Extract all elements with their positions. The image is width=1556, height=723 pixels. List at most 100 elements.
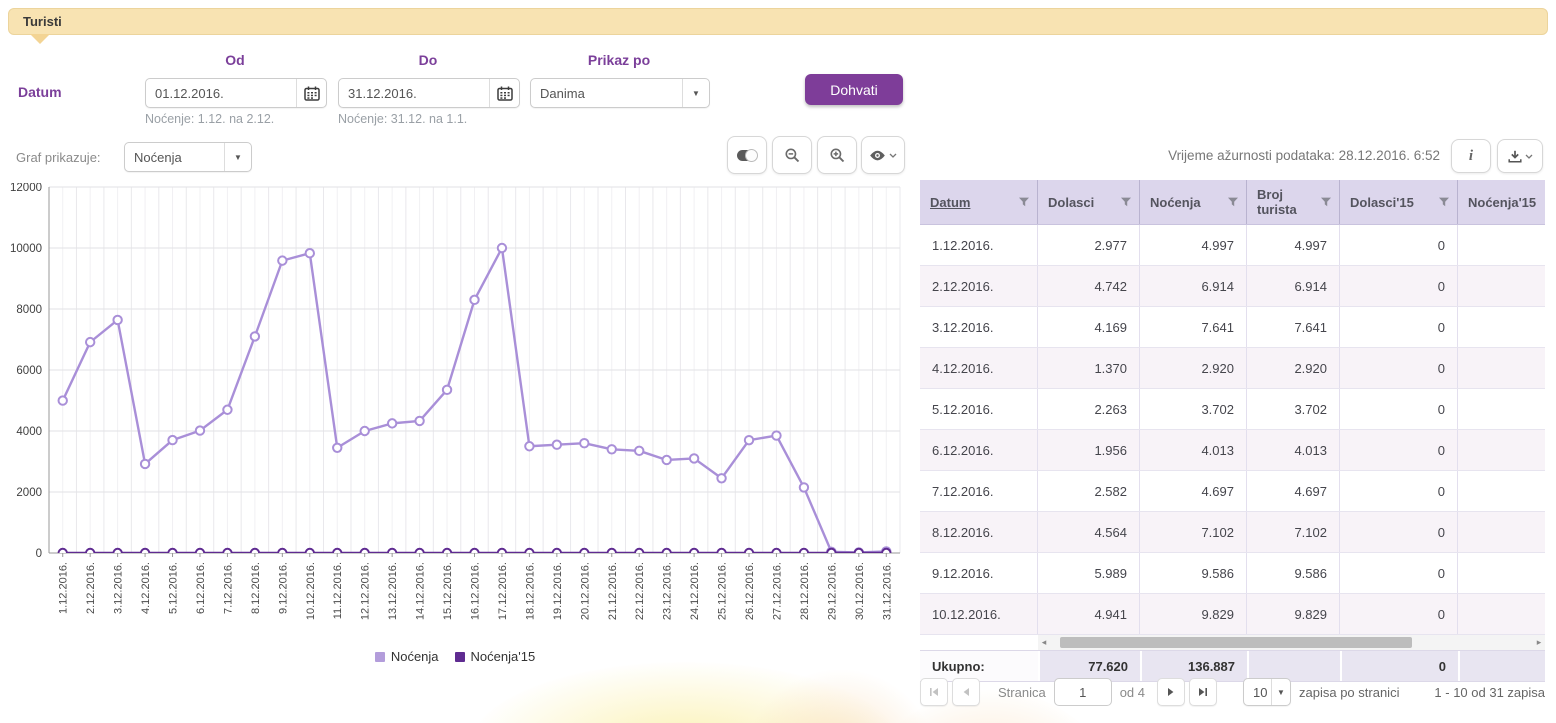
- next-page-icon: [1166, 687, 1176, 697]
- column-header-dolasci-15[interactable]: Dolasci'15: [1340, 180, 1458, 224]
- table-cell: [1458, 307, 1545, 347]
- table-cell: 4.697: [1140, 471, 1247, 511]
- svg-text:12000: 12000: [10, 183, 42, 194]
- table-cell: 0: [1340, 430, 1458, 470]
- pagination: Stranica od 4 10 ▼ zapisa po stranici 1 …: [920, 678, 1545, 706]
- scrollbar-track[interactable]: [1050, 637, 1533, 648]
- last-page-button[interactable]: [1189, 678, 1217, 706]
- svg-text:4000: 4000: [16, 426, 42, 438]
- svg-text:20.12.2016.: 20.12.2016.: [579, 562, 591, 620]
- table-cell: 4.941: [1038, 594, 1140, 634]
- eye-icon: [869, 150, 886, 161]
- calendar-icon[interactable]: [296, 79, 326, 107]
- tab-pointer-icon: [30, 34, 50, 44]
- table-cell: [1458, 266, 1545, 306]
- table-cell: 0: [1340, 389, 1458, 429]
- graf-prikazuje-value: Noćenja: [125, 150, 224, 165]
- legend-label: Noćenja: [391, 649, 439, 664]
- table-cell: 0: [1340, 225, 1458, 265]
- chevron-down-icon: [889, 153, 897, 158]
- column-header-datum[interactable]: Datum: [920, 180, 1038, 224]
- first-page-button[interactable]: [920, 678, 948, 706]
- svg-text:1.12.2016.: 1.12.2016.: [58, 562, 70, 614]
- filter-icon[interactable]: [1439, 197, 1449, 207]
- scroll-right-icon[interactable]: ▸: [1533, 635, 1545, 650]
- date-from-field: [145, 78, 327, 108]
- filter-icon[interactable]: [1321, 197, 1331, 207]
- table-cell: 4.564: [1038, 512, 1140, 552]
- table-body: 1.12.2016.2.9774.9974.99702.12.2016.4.74…: [920, 225, 1545, 635]
- total-cell: 77.620: [1038, 651, 1140, 681]
- table-cell: 9.586: [1140, 553, 1247, 593]
- svg-text:31.12.2016.: 31.12.2016.: [881, 562, 893, 620]
- table-cell: 9.12.2016.: [920, 553, 1038, 593]
- filter-icon[interactable]: [1228, 197, 1238, 207]
- chart-toggle-button[interactable]: [727, 136, 767, 174]
- table-row: 4.12.2016.1.3702.9202.9200: [920, 348, 1545, 389]
- filter-icon[interactable]: [1121, 197, 1131, 207]
- table-row: 8.12.2016.4.5647.1027.1020: [920, 512, 1545, 553]
- table-cell: 0: [1340, 471, 1458, 511]
- zoom-out-button[interactable]: [772, 136, 812, 174]
- dohvati-button[interactable]: Dohvati: [805, 74, 903, 105]
- table-cell: 0: [1340, 266, 1458, 306]
- od-label: Od: [145, 52, 325, 68]
- table-cell: 4.997: [1247, 225, 1340, 265]
- prev-page-icon: [961, 687, 971, 697]
- column-label: Dolasci'15: [1350, 195, 1439, 210]
- legend-swatch: [375, 652, 385, 662]
- legend-swatch: [455, 652, 465, 662]
- svg-text:23.12.2016.: 23.12.2016.: [662, 562, 674, 620]
- last-page-icon: [1198, 687, 1208, 697]
- column-label: Datum: [930, 195, 1019, 210]
- table-row: 3.12.2016.4.1697.6417.6410: [920, 307, 1545, 348]
- column-label: Dolasci: [1048, 195, 1121, 210]
- zoom-in-icon: [830, 148, 845, 163]
- graf-prikazuje-select[interactable]: Noćenja ▼: [124, 142, 252, 172]
- download-button[interactable]: [1497, 139, 1543, 173]
- svg-text:7.12.2016.: 7.12.2016.: [222, 562, 234, 614]
- total-label: Ukupno:: [920, 651, 1038, 681]
- legend-item[interactable]: Noćenja: [375, 649, 439, 664]
- table-cell: 6.914: [1140, 266, 1247, 306]
- svg-text:14.12.2016.: 14.12.2016.: [415, 562, 427, 620]
- filter-icon[interactable]: [1019, 197, 1029, 207]
- prikaz-po-select[interactable]: Danima ▼: [530, 78, 710, 108]
- scrollbar-thumb[interactable]: [1060, 637, 1413, 648]
- series-visibility-button[interactable]: [861, 136, 905, 174]
- scroll-left-icon[interactable]: ◂: [1038, 635, 1050, 650]
- table-row: 7.12.2016.2.5824.6974.6970: [920, 471, 1545, 512]
- legend-item[interactable]: Noćenja'15: [455, 649, 536, 664]
- column-header-dolasci[interactable]: Dolasci: [1038, 180, 1140, 224]
- column-header-no-enja[interactable]: Noćenja: [1140, 180, 1247, 224]
- svg-text:29.12.2016.: 29.12.2016.: [826, 562, 838, 620]
- column-header-broj-turista[interactable]: Broj turista: [1247, 180, 1340, 224]
- page-size-select[interactable]: 10 ▼: [1243, 678, 1291, 706]
- table-cell: 1.370: [1038, 348, 1140, 388]
- page-number-input[interactable]: [1054, 678, 1112, 706]
- stranica-label: Stranica: [998, 685, 1046, 700]
- turisti-tab-label: Turisti: [23, 14, 62, 29]
- table-header-row: Datum Dolasci NoćenjaBroj turista Dolasci'1…: [920, 180, 1545, 225]
- od-hint: Noćenje: 1.12. na 2.12.: [145, 112, 274, 126]
- column-header-no-enja-15[interactable]: Noćenja'15: [1458, 180, 1545, 224]
- svg-text:8.12.2016.: 8.12.2016.: [250, 562, 262, 614]
- calendar-icon[interactable]: [489, 79, 519, 107]
- table-cell: 0: [1340, 553, 1458, 593]
- date-from-input[interactable]: [146, 86, 296, 101]
- date-to-input[interactable]: [339, 86, 489, 101]
- turisti-tab[interactable]: Turisti: [8, 8, 1548, 35]
- next-page-button[interactable]: [1157, 678, 1185, 706]
- table-row: 2.12.2016.4.7426.9146.9140: [920, 266, 1545, 307]
- table-horizontal-scrollbar[interactable]: ◂ ▸: [1038, 635, 1545, 650]
- table-cell: 5.12.2016.: [920, 389, 1038, 429]
- table-cell: 0: [1340, 594, 1458, 634]
- page-of-label: od 4: [1120, 685, 1145, 700]
- info-button[interactable]: i: [1451, 139, 1491, 173]
- table-cell: 3.12.2016.: [920, 307, 1038, 347]
- data-table: Datum Dolasci NoćenjaBroj turista Dolasci'1…: [920, 180, 1545, 682]
- svg-text:3.12.2016.: 3.12.2016.: [113, 562, 125, 614]
- zoom-in-button[interactable]: [817, 136, 857, 174]
- prev-page-button[interactable]: [952, 678, 980, 706]
- record-range-text: 1 - 10 od 31 zapisa: [1434, 685, 1545, 700]
